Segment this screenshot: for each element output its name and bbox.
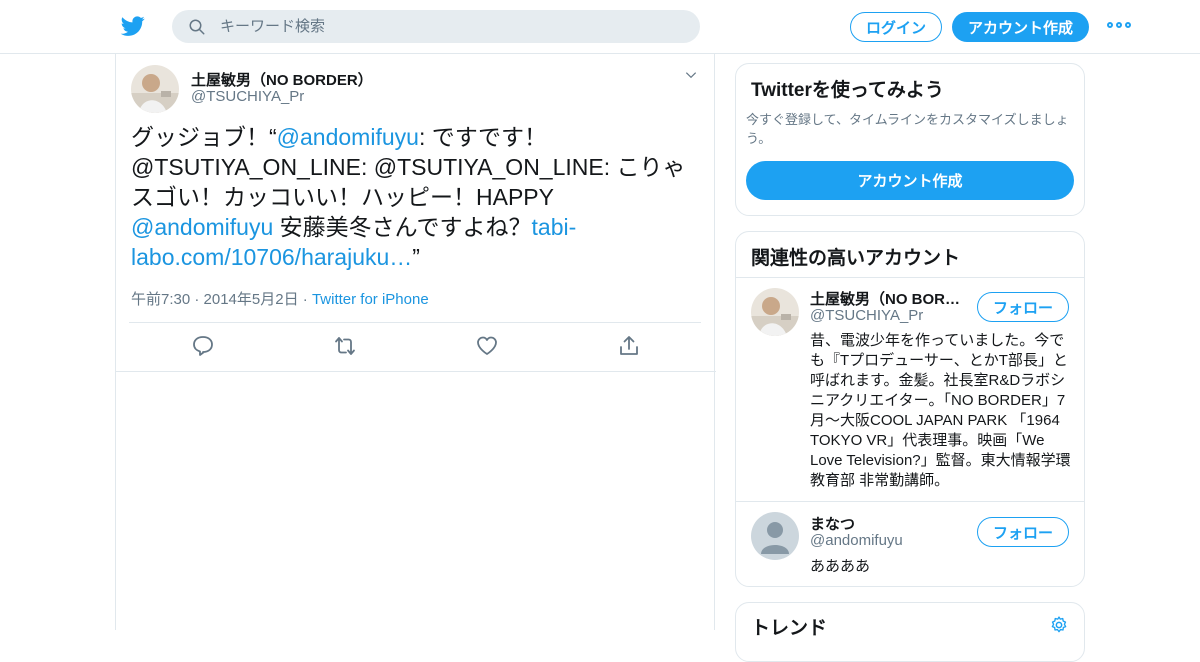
tweet-metadata: 午前7:30 · 2014年5月2日 · Twitter for iPhone <box>131 288 429 309</box>
follow-button[interactable]: フォロー <box>977 517 1069 547</box>
tweet-source-link[interactable]: Twitter for iPhone <box>312 291 429 308</box>
divider <box>129 322 701 323</box>
signup-button[interactable]: アカウント作成 <box>952 12 1089 42</box>
trends-card: トレンド <box>735 602 1085 662</box>
tweet-text-part: ” <box>412 244 420 270</box>
like-heart-icon[interactable] <box>475 334 499 358</box>
signup-card-button[interactable]: アカウント作成 <box>746 161 1074 200</box>
avatar-photo-icon <box>751 288 799 336</box>
twitter-bird-logo-icon[interactable] <box>120 14 146 38</box>
meta-separator: · <box>302 291 308 308</box>
signup-card-subtitle: 今すぐ登録して、タイムラインをカスタマイズしましょう。 <box>746 112 1069 146</box>
signup-card-title: Twitterを使ってみよう <box>751 80 944 101</box>
signup-card: Twitterを使ってみよう 今すぐ登録して、タイムラインをカスタマイズしましょ… <box>735 63 1085 216</box>
search-bar[interactable] <box>172 10 700 43</box>
divider <box>736 501 1084 502</box>
tweet-action-bar <box>116 334 716 360</box>
related-account-bio: 昔、電波少年を作っていました。今でも『Tプロデューサー、とかT部長」と呼ばれます… <box>810 332 1071 489</box>
tweet-text-part: グッジョブ！“ <box>131 124 277 150</box>
related-account-avatar[interactable] <box>751 288 799 336</box>
divider <box>736 277 1084 278</box>
related-accounts-title: 関連性の高いアカウント <box>751 248 961 269</box>
retweet-icon[interactable] <box>333 334 357 358</box>
related-account-name[interactable]: まなつ <box>810 513 965 534</box>
search-icon <box>189 19 205 34</box>
mention-link[interactable]: @andomifuyu <box>131 214 273 240</box>
default-profile-icon <box>751 512 799 560</box>
author-handle[interactable]: @TSUCHIYA_Pr <box>191 88 304 105</box>
tweet-timestamp[interactable]: 午前7:30 · 2014年5月2日 <box>131 291 299 308</box>
avatar-photo-icon <box>131 65 179 113</box>
reply-icon[interactable] <box>191 334 215 358</box>
divider <box>116 371 716 372</box>
author-avatar[interactable] <box>131 65 179 113</box>
chevron-down-icon[interactable] <box>684 68 698 82</box>
related-account-handle[interactable]: @andomifuyu <box>810 532 903 549</box>
tweet-text: グッジョブ！“@andomifuyu: ですです！ @TSUTIYA_ON_LI… <box>131 122 691 272</box>
author-name[interactable]: 土屋敏男（NO BORDER） <box>191 69 373 90</box>
tweet-text-part: 安藤美冬さんですよね？ <box>273 214 532 240</box>
more-options-icon[interactable] <box>1107 22 1131 32</box>
trends-title: トレンド <box>751 618 828 639</box>
follow-button[interactable]: フォロー <box>977 292 1069 322</box>
related-accounts-card: 関連性の高いアカウント 土屋敏男（NO BORDER） @TSUCHIYA_Pr… <box>735 231 1085 587</box>
mention-link[interactable]: @andomifuyu <box>277 124 419 150</box>
related-account-handle[interactable]: @TSUCHIYA_Pr <box>810 307 923 324</box>
share-icon[interactable] <box>617 334 641 358</box>
related-account-name[interactable]: 土屋敏男（NO BORDER） <box>810 288 965 309</box>
gear-icon[interactable] <box>1049 615 1069 635</box>
related-account-bio: ああああ <box>810 558 871 575</box>
tweet-column: 土屋敏男（NO BORDER） @TSUCHIYA_Pr グッジョブ！“@and… <box>115 54 716 630</box>
related-account-avatar[interactable] <box>751 512 799 560</box>
login-button[interactable]: ログイン <box>850 12 942 42</box>
search-input[interactable] <box>220 18 660 35</box>
top-navigation-bar: ログイン アカウント作成 <box>0 0 1200 54</box>
